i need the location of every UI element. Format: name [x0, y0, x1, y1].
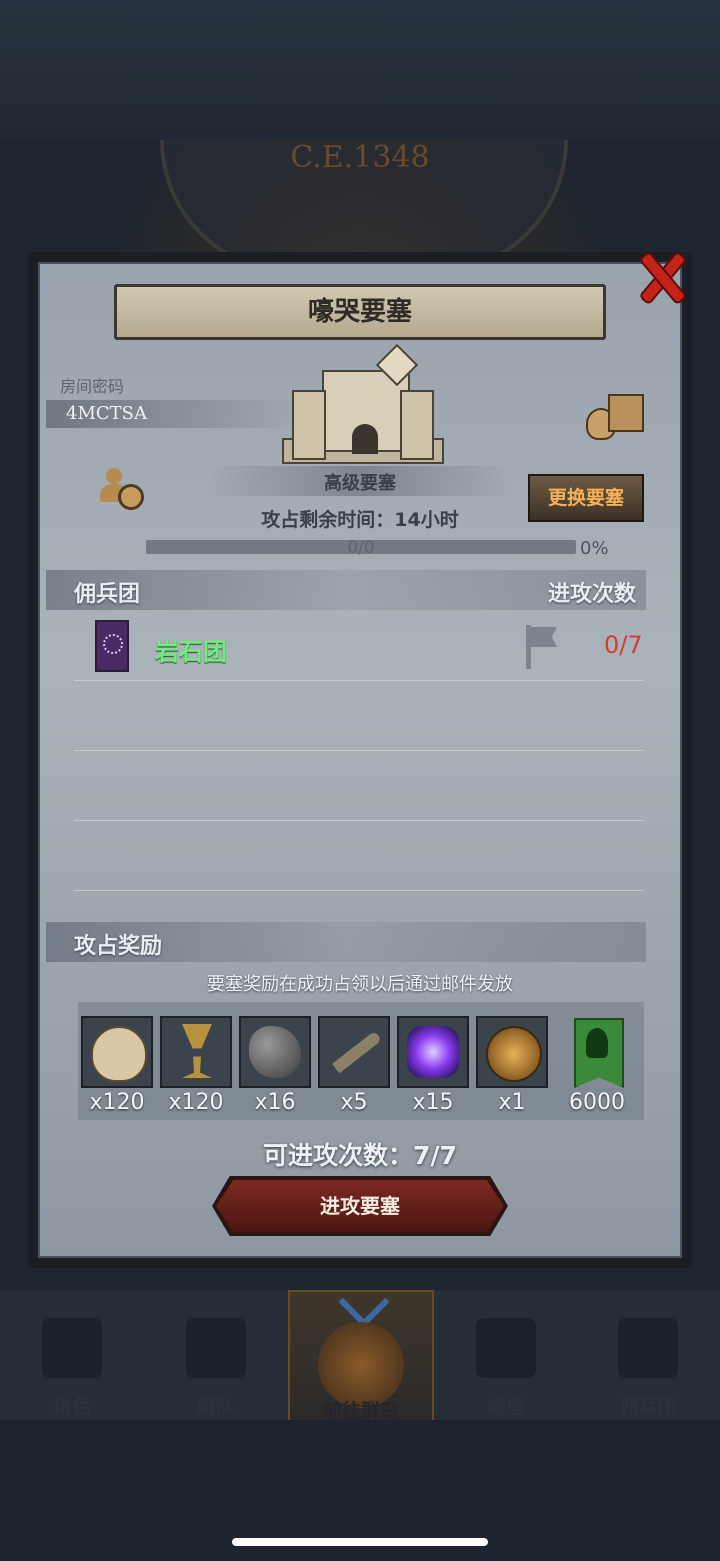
reward-qty: x1: [498, 1090, 526, 1115]
rewards-note: 要塞奖励在成功占领以后通过邮件发放: [207, 974, 513, 995]
knight-icon: [42, 1318, 102, 1378]
sun-emblem: [103, 634, 123, 654]
close-button[interactable]: [636, 250, 688, 306]
attacks-available: 可进攻次数：7/7: [263, 1141, 457, 1170]
mercenary-section-title: 佣兵团: [74, 582, 141, 607]
reward-item[interactable]: [239, 1016, 311, 1088]
bag-icon: [91, 1026, 147, 1082]
castle-tower: [400, 390, 434, 460]
crystal-icon: [407, 1026, 459, 1078]
helmet-icon: [186, 1318, 246, 1378]
nav-item-castle[interactable]: 城堡: [446, 1300, 566, 1418]
guild-banner-icon: [95, 620, 129, 672]
rewards-section-title: 攻占奖励: [74, 934, 163, 959]
top-backdrop: [0, 0, 720, 140]
flag-pole: [526, 625, 531, 669]
nav-label: 城堡: [486, 1396, 525, 1418]
progress-percent: 0%: [580, 538, 609, 559]
mercenary-attack-count: 0/7: [604, 631, 643, 659]
medal-icon: [486, 1026, 542, 1082]
attacks-column-header: 进攻次数: [548, 582, 637, 607]
mercenary-name[interactable]: 岩石团: [155, 632, 227, 667]
nav-item-islands[interactable]: 前往群岛: [288, 1276, 434, 1424]
nav-item-formation[interactable]: 编队: [156, 1300, 276, 1418]
horn-icon: [332, 1030, 382, 1074]
nav-item-character[interactable]: 角色: [12, 1300, 132, 1418]
attack-fortress-button[interactable]: 进攻要塞: [216, 1180, 504, 1232]
castle-tower: [292, 390, 326, 460]
dialog-title: 嚎哭要塞: [114, 284, 606, 340]
progress-count: 0/0: [347, 538, 375, 558]
castle-icon: [476, 1318, 536, 1378]
ore-icon: [249, 1026, 301, 1078]
box-shape: [608, 394, 644, 432]
goblet-icon: [182, 1024, 212, 1078]
reward-item[interactable]: [81, 1016, 153, 1088]
flag-icon: [524, 625, 558, 669]
row-divider: [74, 890, 644, 891]
rewards-chest-icon[interactable]: [586, 394, 644, 440]
reward-item[interactable]: [476, 1016, 548, 1088]
guild-banner-icon[interactable]: [574, 1018, 624, 1088]
ship-icon: [618, 1318, 678, 1378]
nav-label: 编队: [196, 1396, 235, 1418]
nav-label: 角色: [52, 1396, 91, 1418]
home-indicator[interactable]: [232, 1538, 488, 1546]
castle-gate: [352, 424, 378, 454]
reward-qty: x120: [168, 1090, 224, 1115]
nav-label: 前往群岛: [322, 1400, 399, 1422]
flag-cloth: [531, 627, 557, 647]
row-divider: [74, 820, 644, 821]
tree-emblem: [586, 1028, 608, 1058]
row-divider: [74, 750, 644, 751]
reward-item[interactable]: [160, 1016, 232, 1088]
year-label: C.E.1348: [290, 140, 430, 175]
row-divider: [74, 680, 644, 681]
room-code-value[interactable]: 4MCTSA: [66, 403, 147, 424]
nav-item-mercenary[interactable]: 佣兵团: [588, 1300, 708, 1418]
fortress-image: [282, 343, 444, 466]
reward-qty: x5: [340, 1090, 368, 1115]
room-code-label: 房间密码: [60, 377, 125, 396]
reward-qty: x16: [254, 1090, 296, 1115]
reward-qty: x120: [89, 1090, 145, 1115]
reward-qty: x15: [412, 1090, 454, 1115]
capture-timer: 攻占剩余时间：14小时: [261, 509, 459, 531]
reward-item[interactable]: [397, 1016, 469, 1088]
reward-qty: 6000: [569, 1090, 625, 1115]
nav-label: 佣兵团: [619, 1396, 677, 1418]
reward-item[interactable]: [318, 1016, 390, 1088]
